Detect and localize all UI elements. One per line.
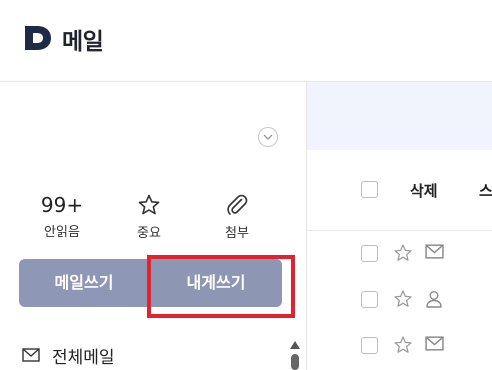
daum-logo[interactable] (25, 26, 51, 50)
select-all-checkbox[interactable] (361, 181, 378, 198)
compose-group: 메일쓰기 내게쓰기 (19, 259, 282, 307)
delete-button[interactable]: 삭제 (410, 180, 438, 201)
important-icon-wrap (114, 193, 184, 219)
unread-label: 안읽음 (44, 225, 80, 240)
quick-important[interactable]: 중요 (114, 192, 184, 241)
mail-toolbar: 삭제 스 (307, 150, 492, 231)
mail-list: 삭제 스 (307, 150, 492, 370)
attach-label: 첨부 (225, 226, 249, 241)
mail-icon (425, 244, 444, 259)
scroll-up-arrow-icon[interactable] (289, 340, 301, 350)
sidebar: 99+ 안읽음 중요 첨부 메일쓰기 내게쓰기 전체메일 (0, 82, 307, 370)
scroll-thumb[interactable] (291, 354, 299, 370)
important-label: 중요 (137, 226, 161, 241)
star-icon[interactable] (393, 289, 413, 309)
folder-label: 전체메일 (52, 348, 115, 368)
app-header: 메일 (0, 0, 492, 82)
spam-button[interactable]: 스 (479, 180, 492, 201)
row-checkbox[interactable] (361, 245, 378, 262)
unread-count: 99+ (40, 193, 84, 217)
mail-row[interactable] (307, 277, 492, 323)
person-icon (426, 291, 442, 308)
paperclip-icon (227, 194, 248, 215)
quick-unread[interactable]: 99+ 안읽음 (27, 192, 97, 240)
star-icon (138, 194, 160, 215)
mail-icon (22, 348, 40, 362)
mail-icon (425, 336, 444, 351)
mail-row[interactable] (307, 231, 492, 277)
collapse-toggle-button[interactable] (258, 127, 278, 147)
write-mail-button[interactable]: 메일쓰기 (19, 259, 149, 307)
row-checkbox[interactable] (361, 337, 378, 354)
attach-icon-wrap (202, 193, 272, 219)
star-icon[interactable] (393, 243, 413, 263)
quick-attachment[interactable]: 첨부 (202, 192, 272, 241)
row-checkbox[interactable] (361, 291, 378, 308)
chevron-down-icon (263, 134, 273, 140)
mail-row[interactable] (307, 323, 492, 369)
app-title[interactable]: 메일 (62, 22, 104, 56)
star-icon[interactable] (393, 335, 413, 355)
sidebar-scrollbar[interactable] (289, 340, 301, 370)
write-to-self-button[interactable]: 내게쓰기 (150, 259, 282, 307)
top-banner-area (307, 82, 492, 150)
